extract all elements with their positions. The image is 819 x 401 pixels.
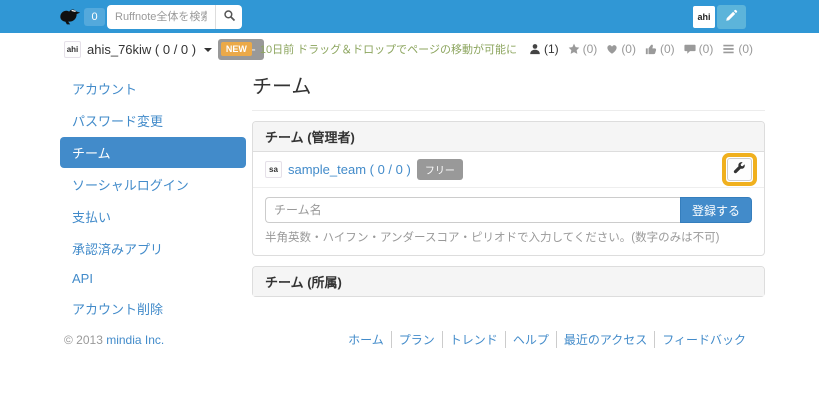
- footer-link-help[interactable]: ヘルプ: [506, 331, 557, 348]
- footer-link-trend[interactable]: トレンド: [443, 331, 506, 348]
- team-link[interactable]: sample_team ( 0 / 0 ): [288, 162, 411, 177]
- create-team-form: 登録する 半角英数・ハイフン・アンダースコア・ピリオドで入力してください。(数字…: [253, 188, 764, 255]
- sidebar-item-social-login[interactable]: ソーシャルログイン: [60, 169, 246, 200]
- team-settings-button[interactable]: [727, 158, 752, 181]
- settings-sidebar: アカウント パスワード変更 チーム ソーシャルログイン 支払い 承認済みアプリ …: [60, 73, 246, 325]
- search-icon: [223, 9, 236, 25]
- user-stats: (1) (0) (0): [529, 42, 753, 56]
- sidebar-item-team[interactable]: チーム: [60, 137, 246, 168]
- page-title: チーム: [252, 62, 765, 111]
- page: 0 ahi ahi ahis_76kiw ( 0 / 0 ) フリー NEW 1…: [0, 0, 819, 401]
- team-admin-panel-header: チーム (管理者): [253, 122, 764, 152]
- sidebar-item-password[interactable]: パスワード変更: [60, 105, 246, 136]
- list-icon: [722, 43, 735, 55]
- footer-link-feedback[interactable]: フィードバック: [655, 331, 753, 348]
- copyright: © 2013 mindia Inc.: [64, 333, 164, 347]
- team-member-panel: チーム (所属): [252, 266, 765, 297]
- team-name-input-group: 登録する: [265, 197, 752, 223]
- sidebar-item-approved-apps[interactable]: 承認済みアプリ: [60, 233, 246, 264]
- search-button[interactable]: [215, 5, 242, 29]
- main-content: チーム チーム (管理者) sa sample_team ( 0 / 0 ) フ…: [252, 62, 765, 297]
- stars-stat[interactable]: (0): [568, 42, 598, 56]
- comment-icon: [684, 43, 696, 55]
- heart-icon: [606, 43, 618, 55]
- ruffnote-bird-logo-icon[interactable]: [57, 4, 82, 29]
- footer: © 2013 mindia Inc. ホーム プラン トレンド ヘルプ 最近のア…: [64, 331, 753, 348]
- team-member-panel-header: チーム (所属): [253, 267, 764, 296]
- top-navbar: 0 ahi: [0, 0, 819, 33]
- wrench-icon: [733, 162, 746, 178]
- chevron-down-icon[interactable]: [204, 48, 212, 52]
- team-name-helper-text: 半角英数・ハイフン・アンダースコア・ピリオドで入力してください。(数字のみは不可…: [265, 229, 752, 245]
- followers-stat[interactable]: (1): [529, 42, 559, 56]
- username-dropdown[interactable]: ahis_76kiw ( 0 / 0 ): [87, 42, 196, 57]
- comments-stat[interactable]: (0): [684, 42, 714, 56]
- team-row: sa sample_team ( 0 / 0 ) フリー: [253, 152, 764, 188]
- team-avatar: sa: [265, 161, 282, 178]
- star-icon: [568, 43, 580, 55]
- copyright-text: © 2013: [64, 333, 103, 347]
- footer-link-home[interactable]: ホーム: [341, 331, 392, 348]
- global-search: [107, 5, 242, 29]
- company-link[interactable]: mindia Inc.: [106, 333, 164, 347]
- team-settings-wrap: [727, 158, 752, 181]
- user-icon: [529, 43, 541, 55]
- notification-count-badge[interactable]: 0: [84, 8, 105, 26]
- sidebar-item-delete-account[interactable]: アカウント削除: [60, 293, 246, 324]
- user-avatar[interactable]: ahi: [693, 6, 715, 28]
- thumbs-up-icon: [645, 43, 657, 55]
- sidebar-item-api[interactable]: API: [60, 265, 246, 292]
- pencil-icon: [725, 9, 738, 25]
- sidebar-item-account[interactable]: アカウント: [60, 73, 246, 104]
- likes-stat[interactable]: (0): [606, 42, 636, 56]
- search-input[interactable]: [107, 5, 215, 29]
- footer-link-recent-access[interactable]: 最近のアクセス: [557, 331, 655, 348]
- activity-stat[interactable]: (0): [722, 42, 753, 56]
- footer-link-plan[interactable]: プラン: [392, 331, 443, 348]
- thumbs-up-stat[interactable]: (0): [645, 42, 675, 56]
- team-admin-panel: チーム (管理者) sa sample_team ( 0 / 0 ) フリー: [252, 121, 765, 256]
- team-plan-badge: フリー: [417, 159, 463, 180]
- user-context-bar: ahi ahis_76kiw ( 0 / 0 ) フリー NEW 10日前 ドラ…: [0, 33, 819, 63]
- sidebar-item-payment[interactable]: 支払い: [60, 201, 246, 232]
- new-note-button[interactable]: [717, 5, 746, 29]
- footer-links: ホーム プラン トレンド ヘルプ 最近のアクセス フィードバック: [341, 331, 753, 348]
- register-button[interactable]: 登録する: [680, 197, 752, 223]
- user-mini-avatar[interactable]: ahi: [64, 41, 81, 58]
- new-badge: NEW: [221, 42, 252, 56]
- news-link[interactable]: 10日前 ドラッグ＆ドロップでページの移動が可能に: [260, 41, 517, 57]
- team-name-input[interactable]: [265, 197, 680, 223]
- news-and-stats: NEW 10日前 ドラッグ＆ドロップでページの移動が可能に (1) (0): [221, 41, 753, 57]
